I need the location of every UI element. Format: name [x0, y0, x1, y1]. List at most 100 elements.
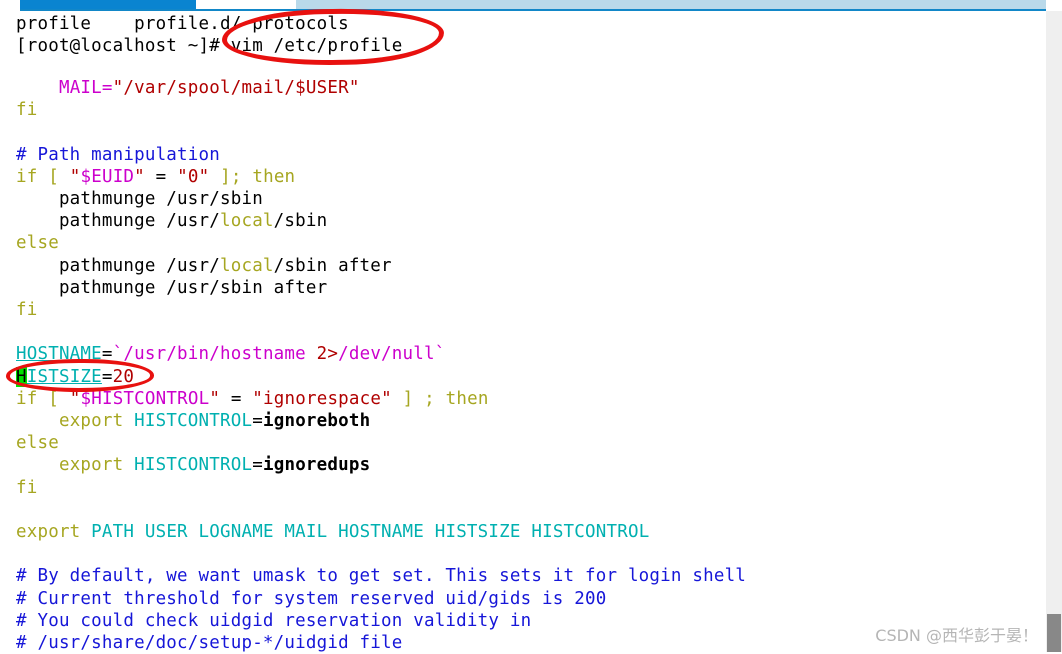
vim-cursor-block: H	[16, 366, 27, 387]
vim-token: export	[16, 522, 81, 542]
window-tab-strip-background	[296, 0, 1046, 9]
vim-token: export	[58, 411, 124, 431]
vim-buffer-line: # By default, we want umask to get set. …	[16, 565, 746, 587]
vim-token: MAIL=	[58, 78, 113, 98]
vim-token: /dev/null`	[338, 344, 446, 365]
vim-buffer-line	[16, 543, 27, 565]
vim-buffer-line: else	[16, 232, 59, 254]
vim-buffer-line: else	[16, 432, 59, 454]
vim-token: "	[69, 388, 81, 409]
vim-buffer-line: # Path manipulation	[16, 144, 220, 166]
vim-token: /sbin	[273, 211, 328, 232]
vim-token: =	[220, 388, 253, 409]
vim-token: PATH USER LOGNAME MAIL HOSTNAME HISTSIZE…	[91, 522, 650, 542]
terminal-screen[interactable]: profile profile.d/ protocols [root@local…	[0, 11, 1046, 653]
window-chrome-bar	[0, 0, 1062, 11]
vim-token	[392, 389, 403, 409]
vim-buffer-line: pathmunge /usr/local/sbin after	[16, 255, 392, 277]
vim-token: HISTCONTROL	[134, 455, 253, 476]
vim-token: # Current threshold for system reserved …	[16, 588, 607, 609]
vim-token: fi	[16, 477, 38, 498]
vim-token: $EUID	[80, 166, 135, 187]
vim-token: # By default, we want umask to get set. …	[16, 566, 747, 587]
shell-command: vim /etc/profile	[219, 36, 403, 56]
vim-token: [	[48, 388, 59, 409]
vim-buffer-line: export PATH USER LOGNAME MAIL HOSTNAME H…	[16, 521, 649, 543]
vim-token: # You could check uidgid reservation val…	[16, 610, 532, 631]
vim-token	[435, 389, 446, 409]
vim-token: [	[48, 166, 59, 187]
vim-token: $HISTCONTROL	[80, 388, 210, 409]
vim-token	[242, 167, 253, 187]
vim-buffer-line: HOSTNAME=`/usr/bin/hostname 2>/dev/null`	[16, 343, 445, 365]
vim-token: "	[69, 166, 81, 187]
vim-token: "	[134, 166, 145, 187]
vim-token: `/usr/bin/hostname	[112, 344, 317, 365]
vim-token: ]	[402, 388, 414, 409]
vim-token: else	[16, 233, 59, 254]
vim-token: local	[219, 211, 274, 232]
vim-token: pathmunge /usr/sbin after	[16, 277, 328, 298]
vim-token: if	[16, 166, 38, 187]
vim-token: pathmunge /usr/	[16, 255, 220, 276]
vim-token: "	[209, 388, 221, 409]
vim-token	[413, 389, 424, 409]
vim-token: # /usr/share/doc/setup-*/uidgid file	[16, 633, 403, 653]
vim-token: ignoredups	[262, 455, 371, 476]
shell-prompt: [root@localhost ~]#	[16, 36, 220, 56]
vim-buffer-line: fi	[16, 477, 37, 499]
vim-token: ISTSIZE	[26, 366, 102, 387]
vim-token: /sbin after	[273, 255, 392, 276]
vim-token	[80, 522, 91, 542]
vim-token: =	[101, 344, 113, 365]
vim-buffer-line: # You could check uidgid reservation val…	[16, 610, 531, 632]
vim-token: pathmunge /usr/	[16, 211, 220, 232]
vim-token	[59, 167, 70, 187]
vim-token: export	[58, 455, 124, 476]
vim-buffer-line: MAIL="/var/spool/mail/$USER"	[16, 77, 360, 99]
vim-token: =	[252, 411, 263, 431]
vim-token: local	[219, 255, 274, 276]
vim-buffer-line: pathmunge /usr/sbin	[16, 188, 263, 210]
vim-token: HISTCONTROL	[134, 411, 253, 431]
vim-token	[209, 167, 220, 187]
shell-prompt-line: [root@localhost ~]# vim /etc/profile	[16, 35, 403, 57]
shell-ls-output: profile profile.d/ protocols	[16, 14, 349, 34]
vim-token	[37, 167, 48, 187]
vim-buffer-line	[16, 121, 27, 143]
vim-token: "ignorespace"	[252, 388, 392, 409]
vim-token: pathmunge /usr/sbin	[16, 189, 263, 209]
vim-buffer-line: # Current threshold for system reserved …	[16, 588, 606, 610]
vim-buffer-line: fi	[16, 299, 37, 321]
vim-buffer-line	[16, 321, 27, 343]
vim-token: =	[144, 166, 178, 187]
vim-token: then	[445, 388, 489, 409]
csdn-watermark: CSDN @西华彭于晏！	[875, 626, 1038, 645]
vim-buffer-line	[16, 499, 27, 521]
vim-token: "/var/spool/mail/$USER"	[112, 78, 360, 98]
vim-buffer-line: if [ "$EUID" = "0" ]; then	[16, 166, 295, 188]
vim-token: 20	[112, 366, 135, 387]
vim-buffer-line: fi	[16, 99, 37, 121]
vim-token	[16, 455, 59, 475]
vim-token: fi	[16, 100, 38, 121]
vim-token	[123, 455, 134, 475]
window-tab-active[interactable]	[20, 0, 196, 9]
window-tab-inactive[interactable]	[196, 0, 296, 9]
vim-token: else	[16, 433, 59, 454]
vim-token	[123, 411, 134, 431]
vertical-scrollbar-thumb[interactable]	[1047, 614, 1061, 652]
vim-token	[59, 389, 70, 409]
vim-token: then	[252, 166, 296, 187]
vim-token: # Path manipulation	[16, 144, 220, 165]
vertical-scrollbar-track[interactable]	[1046, 11, 1062, 652]
vim-token: fi	[16, 300, 38, 320]
vim-token: =	[252, 455, 263, 476]
vim-buffer-line: pathmunge /usr/sbin after	[16, 277, 327, 299]
vim-token	[16, 78, 59, 98]
vim-token: 2>	[316, 344, 339, 365]
vim-token: "0"	[177, 166, 210, 187]
vim-token: HOSTNAME	[16, 344, 102, 365]
vim-buffer-line: export HISTCONTROL=ignoredups	[16, 454, 370, 476]
vim-buffer-line: pathmunge /usr/local/sbin	[16, 210, 327, 232]
